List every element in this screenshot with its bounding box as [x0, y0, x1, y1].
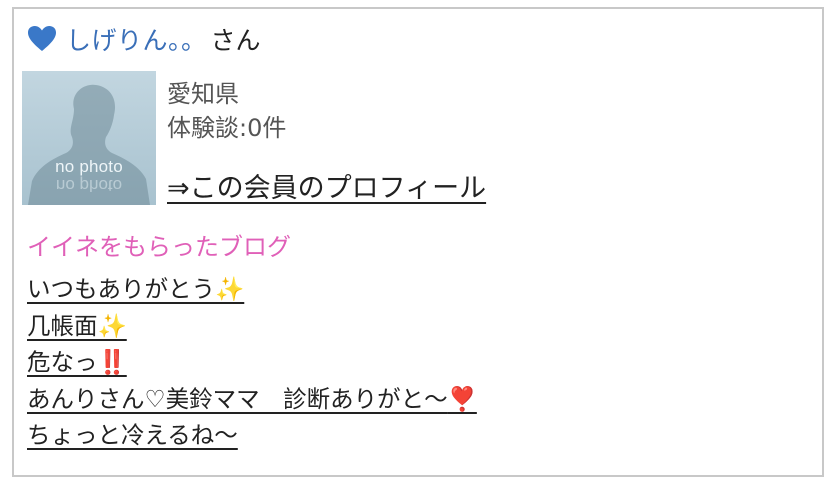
avatar-placeholder-text: no photo: [55, 157, 123, 176]
liked-blogs-title: イイネをもらったブログ: [27, 233, 291, 261]
member-name: しげりん。。: [66, 26, 207, 55]
prefecture: 愛知県: [167, 80, 239, 108]
blog-link-1[interactable]: 几帳面✨: [27, 312, 127, 340]
blog-link-0[interactable]: いつもありがとう✨: [27, 275, 244, 303]
list-item: 危なっ‼️: [27, 344, 477, 381]
blue-heart-icon: [27, 24, 57, 54]
member-title: しげりん。。 さん: [27, 21, 261, 57]
list-item: 几帳面✨: [27, 308, 477, 345]
avatar-placeholder-reflection: no photo: [55, 176, 123, 195]
list-item: ちょっと冷えるね～: [27, 417, 477, 454]
double-exclamation-icon: ‼️: [97, 348, 127, 376]
profile-link[interactable]: ⇒この会員のプロフィール: [167, 166, 486, 205]
blog-link-2[interactable]: 危なっ‼️: [27, 348, 127, 376]
blog-link-4[interactable]: ちょっと冷えるね～: [27, 421, 238, 449]
heart-exclamation-icon: ❣️: [447, 384, 477, 413]
stories-count: 体験談:0件: [167, 114, 287, 142]
liked-blogs-list: いつもありがとう✨ 几帳面✨ 危なっ‼️ あんりさん♡美鈴ママ 診断ありがと～❣…: [27, 271, 477, 454]
sparkles-icon: ✨: [215, 275, 245, 303]
member-card: しげりん。。 さん no photo no photo 愛知県 体験談:0件 ⇒…: [12, 7, 824, 477]
list-item: あんりさん♡美鈴ママ 診断ありがと～❣️: [27, 381, 477, 418]
sparkles-icon: ✨: [97, 311, 127, 340]
member-info: 愛知県 体験談:0件: [167, 77, 286, 145]
list-item: いつもありがとう✨: [27, 271, 477, 308]
member-name-suffix: さん: [210, 26, 261, 55]
avatar[interactable]: no photo no photo: [22, 71, 156, 205]
blog-link-3[interactable]: あんりさん♡美鈴ママ 診断ありがと～❣️: [27, 385, 477, 413]
